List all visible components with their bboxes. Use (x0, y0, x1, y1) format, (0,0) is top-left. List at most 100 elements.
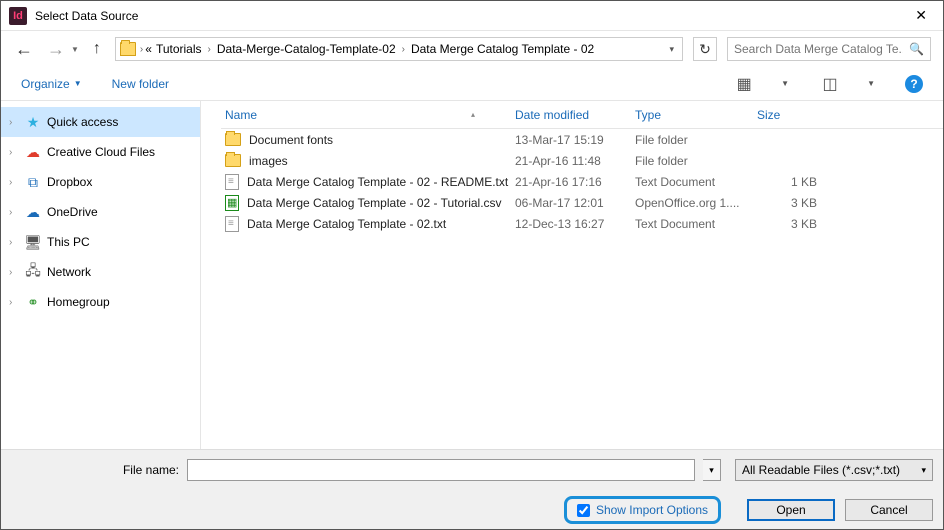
chevron-right-icon[interactable]: › (9, 147, 19, 158)
filter-label: All Readable Files (*.csv;*.txt) (742, 463, 900, 477)
chevron-right-icon[interactable]: › (9, 207, 19, 218)
sidebar-item-label: Dropbox (47, 175, 92, 189)
file-row[interactable]: Data Merge Catalog Template - 02 - READM… (221, 171, 943, 192)
show-import-options-label[interactable]: Show Import Options (596, 503, 708, 517)
file-filter-dropdown[interactable]: All Readable Files (*.csv;*.txt) ▾ (735, 459, 933, 481)
breadcrumb: Tutorials› (154, 42, 213, 56)
file-size: 3 KB (757, 217, 837, 231)
sidebar-item-label: Quick access (47, 115, 118, 129)
file-row[interactable]: Document fonts 13-Mar-17 15:19 File fold… (221, 129, 943, 150)
forward-button[interactable]: → (45, 39, 67, 60)
file-row[interactable]: images 21-Apr-16 11:48 File folder (221, 150, 943, 171)
file-name: Data Merge Catalog Template - 02 - Tutor… (247, 196, 502, 210)
sidebar-item[interactable]: › 🖥 This PC (1, 227, 200, 257)
chevron-right-icon[interactable]: › (9, 297, 19, 308)
column-type[interactable]: Type (635, 108, 757, 122)
file-type: Text Document (635, 217, 757, 231)
filename-dropdown-icon[interactable]: ▾ (703, 459, 721, 481)
preview-dropdown-icon[interactable]: ▼ (867, 79, 875, 88)
toolbar: Organize ▼ New folder ▼ ▼ ? (1, 67, 943, 101)
new-folder-button[interactable]: New folder (112, 77, 169, 91)
window-title: Select Data Source (35, 9, 907, 23)
sidebar-item[interactable]: › ⚭ Homegroup (1, 287, 200, 317)
file-type: File folder (635, 133, 757, 147)
up-button[interactable]: ↑ (89, 40, 105, 58)
address-bar[interactable]: › « Tutorials› Data-Merge-Catalog-Templa… (115, 37, 683, 61)
sidebar-item-label: Homegroup (47, 295, 110, 309)
show-import-options-checkbox[interactable] (577, 504, 590, 517)
file-date: 12-Dec-13 16:27 (515, 217, 635, 231)
open-button[interactable]: Open (747, 499, 835, 521)
file-type: OpenOffice.org 1.... (635, 196, 757, 210)
sidebar-item-icon: ☁ (25, 144, 41, 160)
filename-input[interactable] (187, 459, 695, 481)
refresh-button[interactable]: ↻ (693, 37, 717, 61)
view-options-icon[interactable] (733, 75, 755, 93)
file-date: 21-Apr-16 11:48 (515, 154, 635, 168)
sidebar-item[interactable]: › ★ Quick access (1, 107, 200, 137)
chevron-down-icon: ▾ (921, 465, 926, 476)
search-input[interactable] (734, 42, 903, 56)
file-name: images (249, 154, 288, 168)
sidebar-item-label: OneDrive (47, 205, 98, 219)
chevron-right-icon[interactable]: › (208, 44, 211, 55)
titlebar: Id Select Data Source ✕ (1, 1, 943, 31)
address-dropdown-icon[interactable]: ▾ (665, 44, 678, 55)
folder-icon (225, 133, 241, 146)
chevron-right-icon[interactable]: › (9, 177, 19, 188)
file-list: Name▴ Date modified Type Size Document f… (201, 101, 943, 451)
column-size[interactable]: Size (757, 108, 837, 122)
folder-icon (120, 42, 136, 56)
file-name: Data Merge Catalog Template - 02.txt (247, 217, 446, 231)
close-icon[interactable]: ✕ (907, 7, 935, 24)
organize-button[interactable]: Organize ▼ (21, 77, 82, 91)
column-name[interactable]: Name▴ (221, 108, 515, 122)
csv-file-icon (225, 195, 239, 211)
help-icon[interactable]: ? (905, 75, 923, 93)
breadcrumb-ellipsis[interactable]: « (145, 42, 152, 56)
history-dropdown-icon[interactable]: ▼ (71, 45, 79, 54)
search-box[interactable]: 🔍 (727, 37, 931, 61)
back-button[interactable]: ← (13, 39, 35, 60)
file-type: File folder (635, 154, 757, 168)
file-row[interactable]: Data Merge Catalog Template - 02 - Tutor… (221, 192, 943, 213)
folder-icon (225, 154, 241, 167)
navbar: ← → ▼ ↑ › « Tutorials› Data-Merge-Catalo… (1, 31, 943, 67)
main-area: › ★ Quick access› ☁ Creative Cloud Files… (1, 101, 943, 451)
breadcrumb: Data-Merge-Catalog-Template-02› (215, 42, 407, 56)
show-import-options-highlight: Show Import Options (564, 496, 721, 524)
chevron-right-icon[interactable]: › (9, 267, 19, 278)
file-row[interactable]: Data Merge Catalog Template - 02.txt 12-… (221, 213, 943, 234)
sort-indicator-icon: ▴ (471, 110, 475, 119)
txt-file-icon (225, 174, 239, 190)
sidebar-item-label: Network (47, 265, 91, 279)
chevron-right-icon[interactable]: › (9, 117, 19, 128)
footer: File name: ▾ All Readable Files (*.csv;*… (1, 449, 943, 529)
file-name: Document fonts (249, 133, 333, 147)
search-icon[interactable]: 🔍 (909, 42, 924, 56)
file-name: Data Merge Catalog Template - 02 - READM… (247, 175, 508, 189)
app-icon: Id (9, 7, 27, 25)
sidebar-item[interactable]: › ☁ OneDrive (1, 197, 200, 227)
file-type: Text Document (635, 175, 757, 189)
breadcrumb: Data Merge Catalog Template - 02 (409, 42, 596, 56)
sidebar-item-icon: ★ (25, 114, 41, 130)
preview-pane-icon[interactable] (819, 75, 841, 93)
txt-file-icon (225, 216, 239, 232)
sidebar-item[interactable]: › ☁ Creative Cloud Files (1, 137, 200, 167)
sidebar-item[interactable]: › ⧉ Dropbox (1, 167, 200, 197)
chevron-right-icon[interactable]: › (9, 237, 19, 248)
file-date: 06-Mar-17 12:01 (515, 196, 635, 210)
sidebar-item-icon: 🖥 (25, 234, 41, 250)
filename-label: File name: (11, 463, 179, 477)
view-dropdown-icon[interactable]: ▼ (781, 79, 789, 88)
sidebar-item-label: This PC (47, 235, 90, 249)
chevron-right-icon[interactable]: › (402, 44, 405, 55)
sidebar-item[interactable]: › 🖧 Network (1, 257, 200, 287)
column-date[interactable]: Date modified (515, 108, 635, 122)
sidebar-item-icon: ☁ (25, 204, 41, 220)
file-size: 1 KB (757, 175, 837, 189)
cancel-button[interactable]: Cancel (845, 499, 933, 521)
chevron-right-icon[interactable]: › (140, 44, 143, 55)
sidebar-item-icon: ⧉ (25, 174, 41, 190)
